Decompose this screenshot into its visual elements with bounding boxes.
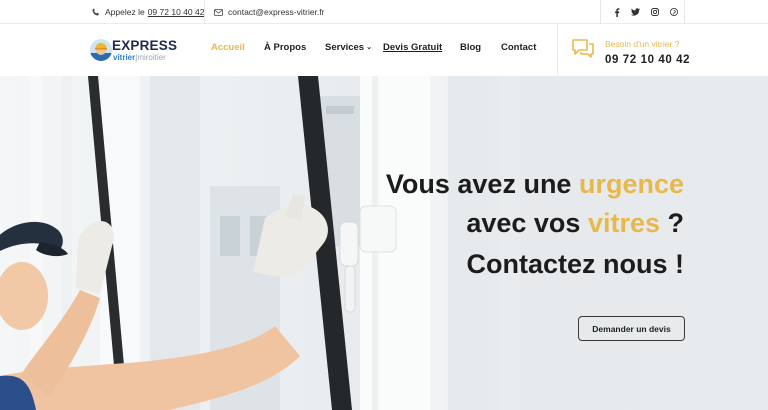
hero-line2-end: ? [660,208,685,238]
glazier-mascot-icon [90,39,112,61]
hero-headline-line1: Vous avez une urgence [386,171,684,198]
nav-devis-gratuit[interactable]: Devis Gratuit [383,42,442,53]
hero-highlight-vitres: vitres [587,208,660,238]
header-divider [557,24,558,76]
hero-headline-line2: avec vos vitres ? [466,210,684,237]
logo-title: EXPRESS [112,38,178,53]
phone-icon [92,8,99,16]
hero-line1-text: Vous avez une [385,169,579,199]
hero-headline-line3: Contactez nous ! [466,249,684,279]
hero-banner: Vous avez une urgence avec vos vitres ? … [0,76,768,410]
nav-services-label: Services [325,42,365,53]
logo-sub-primary: vitrier [113,53,136,62]
top-phone-prefix: Appelez le [105,7,145,17]
cta-phone-number[interactable]: 09 72 10 40 42 [605,54,690,66]
envelope-icon [214,8,223,16]
top-phone[interactable]: Appelez le 09 72 10 40 42 [92,0,204,24]
top-divider [204,0,205,24]
social-divider-end [684,0,685,24]
instagram-icon[interactable] [645,0,664,24]
nav-blog[interactable]: Blog [460,42,481,53]
social-divider [600,0,601,24]
top-bar: Appelez le 09 72 10 40 42 contact@expres… [0,0,768,24]
cta-label: Besoin d'un vitrier ? [605,39,680,49]
top-phone-number[interactable]: 09 72 10 40 42 [148,7,205,17]
nav-a-propos[interactable]: À Propos [264,42,306,53]
twitter-icon[interactable] [626,0,645,24]
hero-photo-glazier [0,76,520,410]
top-email[interactable]: contact@express-vitrier.fr [214,0,325,24]
facebook-icon[interactable] [607,0,626,24]
hero-line2-text: avec vos [466,208,588,238]
logo-subtitle: vitrier|miroitier [113,53,166,62]
pinterest-icon[interactable] [664,0,683,24]
top-email-address[interactable]: contact@express-vitrier.fr [228,7,325,17]
logo-sub-secondary: miroitier [137,53,166,62]
nav-accueil[interactable]: Accueil [211,42,245,53]
site-header: EXPRESS vitrier|miroitier Accueil À Prop… [0,24,768,76]
request-quote-button[interactable]: Demander un devis [578,316,685,341]
chevron-down-icon: ⌄ [366,44,372,51]
nav-services[interactable]: Services ⌄ [325,42,372,53]
nav-contact[interactable]: Contact [501,42,536,53]
hero-highlight-urgence: urgence [578,169,684,199]
chat-bubbles-icon [571,38,595,65]
site-logo[interactable]: EXPRESS vitrier|miroitier [90,37,182,65]
